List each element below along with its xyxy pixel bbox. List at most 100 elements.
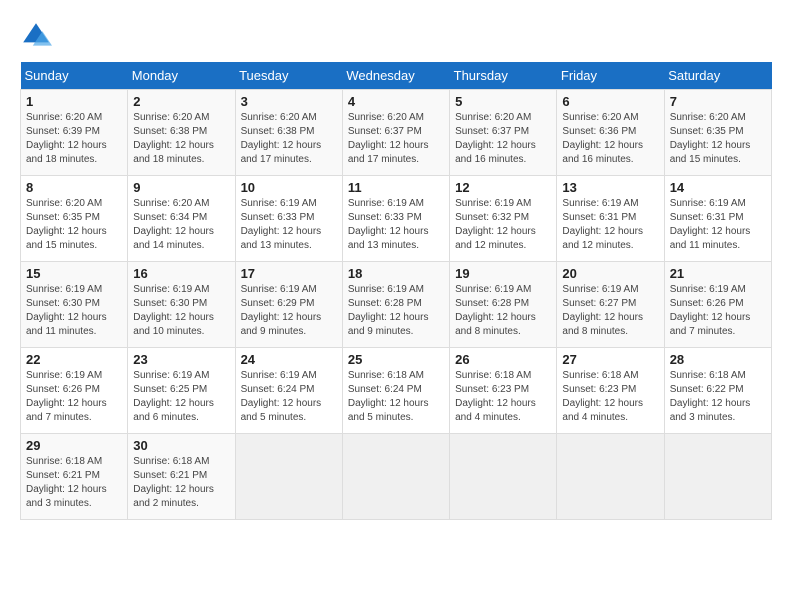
weekday-sunday: Sunday [21, 62, 128, 90]
day-info: Sunrise: 6:20 AM Sunset: 6:36 PM Dayligh… [562, 111, 658, 167]
day-info: Sunrise: 6:19 AM Sunset: 6:30 PM Dayligh… [133, 283, 229, 339]
calendar-week-1: 1 Sunrise: 6:20 AM Sunset: 6:39 PM Daylig… [21, 90, 772, 176]
day-info: Sunrise: 6:19 AM Sunset: 6:29 PM Dayligh… [241, 283, 337, 339]
calendar-cell: 4Sunrise: 6:20 AM Sunset: 6:37 PM Daylig… [342, 90, 449, 176]
day-number: 19 [455, 266, 551, 281]
day-info: Sunrise: 6:19 AM Sunset: 6:26 PM Dayligh… [26, 369, 122, 425]
calendar-cell: 7 Sunrise: 6:20 AM Sunset: 6:35 PM Daylig… [664, 90, 771, 176]
day-info: Sunrise: 6:18 AM Sunset: 6:24 PM Dayligh… [348, 369, 444, 425]
day-number: 17 [241, 266, 337, 281]
day-number: 22 [26, 352, 122, 367]
calendar-cell: 20 Sunrise: 6:19 AM Sunset: 6:27 PM Dayli… [557, 262, 664, 348]
calendar-cell: 11Sunrise: 6:19 AM Sunset: 6:33 PM Dayli… [342, 176, 449, 262]
day-info: Sunrise: 6:19 AM Sunset: 6:25 PM Dayligh… [133, 369, 229, 425]
day-number: 29 [26, 438, 122, 453]
calendar-cell: 8 Sunrise: 6:20 AM Sunset: 6:35 PM Daylig… [21, 176, 128, 262]
day-info: Sunrise: 6:18 AM Sunset: 6:21 PM Dayligh… [26, 455, 122, 511]
calendar-cell: 25 Sunrise: 6:18 AM Sunset: 6:24 PM Dayli… [342, 348, 449, 434]
day-number: 23 [133, 352, 229, 367]
day-number: 24 [241, 352, 337, 367]
weekday-wednesday: Wednesday [342, 62, 449, 90]
day-info: Sunrise: 6:19 AM Sunset: 6:27 PM Dayligh… [562, 283, 658, 339]
day-number: 27 [562, 352, 658, 367]
day-number: 25 [348, 352, 444, 367]
day-info: Sunrise: 6:20 AM Sunset: 6:37 PM Dayligh… [455, 111, 551, 167]
calendar-cell: 24 Sunrise: 6:19 AM Sunset: 6:24 PM Dayli… [235, 348, 342, 434]
day-number: 28 [670, 352, 766, 367]
day-number: 5 [455, 94, 551, 109]
calendar-cell: 19 Sunrise: 6:19 AM Sunset: 6:28 PM Dayli… [450, 262, 557, 348]
calendar-cell: 30 Sunrise: 6:18 AM Sunset: 6:21 PM Dayli… [128, 434, 235, 520]
day-info: Sunrise: 6:18 AM Sunset: 6:21 PM Dayligh… [133, 455, 229, 511]
calendar-header: SundayMondayTuesdayWednesdayThursdayFrid… [21, 62, 772, 90]
calendar-cell: 9Sunrise: 6:20 AM Sunset: 6:34 PM Daylig… [128, 176, 235, 262]
day-info: Sunrise: 6:20 AM Sunset: 6:35 PM Dayligh… [670, 111, 766, 167]
calendar-week-5: 29 Sunrise: 6:18 AM Sunset: 6:21 PM Dayli… [21, 434, 772, 520]
day-info: Sunrise: 6:19 AM Sunset: 6:28 PM Dayligh… [348, 283, 444, 339]
day-number: 1 [26, 94, 122, 109]
calendar-cell: 2Sunrise: 6:20 AM Sunset: 6:38 PM Daylig… [128, 90, 235, 176]
day-number: 6 [562, 94, 658, 109]
calendar-cell [557, 434, 664, 520]
day-info: Sunrise: 6:19 AM Sunset: 6:32 PM Dayligh… [455, 197, 551, 253]
calendar-week-2: 8 Sunrise: 6:20 AM Sunset: 6:35 PM Daylig… [21, 176, 772, 262]
day-info: Sunrise: 6:19 AM Sunset: 6:33 PM Dayligh… [241, 197, 337, 253]
calendar-cell: 12 Sunrise: 6:19 AM Sunset: 6:32 PM Dayli… [450, 176, 557, 262]
day-info: Sunrise: 6:19 AM Sunset: 6:31 PM Dayligh… [670, 197, 766, 253]
calendar-cell: 22 Sunrise: 6:19 AM Sunset: 6:26 PM Dayli… [21, 348, 128, 434]
day-number: 12 [455, 180, 551, 195]
calendar-cell: 21Sunrise: 6:19 AM Sunset: 6:26 PM Dayli… [664, 262, 771, 348]
day-number: 10 [241, 180, 337, 195]
day-info: Sunrise: 6:20 AM Sunset: 6:37 PM Dayligh… [348, 111, 444, 167]
day-info: Sunrise: 6:19 AM Sunset: 6:28 PM Dayligh… [455, 283, 551, 339]
calendar-cell: 29 Sunrise: 6:18 AM Sunset: 6:21 PM Dayli… [21, 434, 128, 520]
calendar-cell: 13 Sunrise: 6:19 AM Sunset: 6:31 PM Dayli… [557, 176, 664, 262]
calendar-cell [664, 434, 771, 520]
day-number: 2 [133, 94, 229, 109]
day-number: 8 [26, 180, 122, 195]
day-number: 14 [670, 180, 766, 195]
weekday-header-row: SundayMondayTuesdayWednesdayThursdayFrid… [21, 62, 772, 90]
calendar-cell [235, 434, 342, 520]
calendar-cell: 27Sunrise: 6:18 AM Sunset: 6:23 PM Dayli… [557, 348, 664, 434]
day-info: Sunrise: 6:20 AM Sunset: 6:35 PM Dayligh… [26, 197, 122, 253]
weekday-saturday: Saturday [664, 62, 771, 90]
day-info: Sunrise: 6:18 AM Sunset: 6:22 PM Dayligh… [670, 369, 766, 425]
logo-icon [20, 20, 52, 52]
day-number: 7 [670, 94, 766, 109]
day-number: 11 [348, 180, 444, 195]
calendar-cell: 28 Sunrise: 6:18 AM Sunset: 6:22 PM Dayli… [664, 348, 771, 434]
day-info: Sunrise: 6:19 AM Sunset: 6:24 PM Dayligh… [241, 369, 337, 425]
day-number: 16 [133, 266, 229, 281]
calendar-table: SundayMondayTuesdayWednesdayThursdayFrid… [20, 62, 772, 520]
calendar-body: 1 Sunrise: 6:20 AM Sunset: 6:39 PM Daylig… [21, 90, 772, 520]
day-number: 13 [562, 180, 658, 195]
calendar-week-3: 15 Sunrise: 6:19 AM Sunset: 6:30 PM Dayli… [21, 262, 772, 348]
day-number: 15 [26, 266, 122, 281]
day-info: Sunrise: 6:20 AM Sunset: 6:39 PM Dayligh… [26, 111, 122, 167]
calendar-cell: 23 Sunrise: 6:19 AM Sunset: 6:25 PM Dayli… [128, 348, 235, 434]
day-info: Sunrise: 6:19 AM Sunset: 6:30 PM Dayligh… [26, 283, 122, 339]
weekday-thursday: Thursday [450, 62, 557, 90]
day-number: 9 [133, 180, 229, 195]
calendar-cell: 5 Sunrise: 6:20 AM Sunset: 6:37 PM Daylig… [450, 90, 557, 176]
calendar-cell: 26 Sunrise: 6:18 AM Sunset: 6:23 PM Dayli… [450, 348, 557, 434]
day-number: 3 [241, 94, 337, 109]
day-number: 18 [348, 266, 444, 281]
day-number: 30 [133, 438, 229, 453]
calendar-cell: 17 Sunrise: 6:19 AM Sunset: 6:29 PM Dayli… [235, 262, 342, 348]
calendar-cell: 15 Sunrise: 6:19 AM Sunset: 6:30 PM Dayli… [21, 262, 128, 348]
calendar-cell: 3Sunrise: 6:20 AM Sunset: 6:38 PM Daylig… [235, 90, 342, 176]
calendar-cell: 14 Sunrise: 6:19 AM Sunset: 6:31 PM Dayli… [664, 176, 771, 262]
calendar-cell: 6 Sunrise: 6:20 AM Sunset: 6:36 PM Daylig… [557, 90, 664, 176]
day-number: 26 [455, 352, 551, 367]
day-info: Sunrise: 6:19 AM Sunset: 6:26 PM Dayligh… [670, 283, 766, 339]
day-number: 20 [562, 266, 658, 281]
day-info: Sunrise: 6:19 AM Sunset: 6:31 PM Dayligh… [562, 197, 658, 253]
day-info: Sunrise: 6:18 AM Sunset: 6:23 PM Dayligh… [455, 369, 551, 425]
logo [20, 20, 56, 52]
weekday-friday: Friday [557, 62, 664, 90]
weekday-monday: Monday [128, 62, 235, 90]
calendar-cell: 16 Sunrise: 6:19 AM Sunset: 6:30 PM Dayli… [128, 262, 235, 348]
calendar-cell: 1 Sunrise: 6:20 AM Sunset: 6:39 PM Daylig… [21, 90, 128, 176]
